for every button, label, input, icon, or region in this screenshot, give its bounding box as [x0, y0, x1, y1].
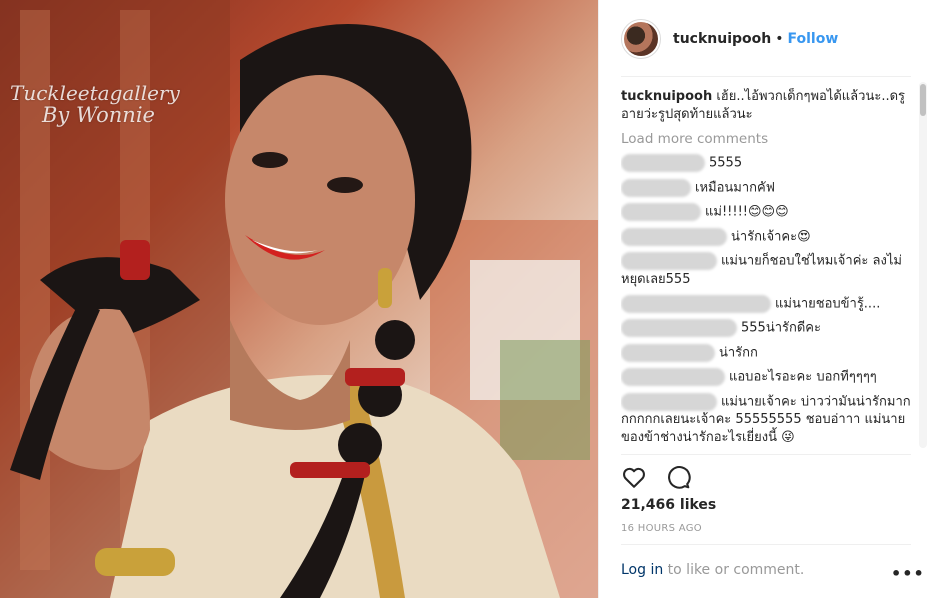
post-side-panel: tucknuipooh • Follow tucknuipooh เฮ้ย..ไ…	[598, 0, 933, 598]
post-actions	[621, 464, 691, 490]
login-prompt-text: to like or comment.	[663, 562, 805, 578]
comment-text: แม่นายชอบข้ารู้....	[775, 296, 881, 311]
post-photo[interactable]: Tuckleetagallery By Wonnie	[0, 0, 598, 598]
redacted-username	[621, 252, 717, 270]
comment-item: น่ารักเจ้าคะ😍	[621, 227, 911, 247]
follow-button[interactable]: Follow	[788, 31, 839, 47]
comment-text: น่ารักก	[719, 345, 758, 360]
divider	[621, 454, 911, 455]
divider	[621, 76, 911, 77]
caption-username[interactable]: tucknuipooh	[621, 89, 712, 104]
avatar[interactable]	[621, 19, 661, 59]
scrollbar-thumb[interactable]	[920, 84, 926, 116]
avatar-image	[624, 22, 658, 56]
comment-item: น่ารักก	[621, 343, 911, 363]
redacted-username	[621, 368, 725, 386]
photo-watermark: Tuckleetagallery By Wonnie	[10, 82, 180, 127]
comment-icon[interactable]	[665, 464, 691, 490]
comment-text: 5555	[709, 155, 743, 171]
load-more-comments-button[interactable]: Load more comments	[621, 130, 911, 148]
comment-item: แอบอะไรอะคะ บอกทีๆๆๆๆ	[621, 368, 911, 387]
comment-text: 555น่ารักดีคะ	[741, 320, 821, 336]
comment-text: น่ารักเจ้าคะ😍	[731, 229, 811, 244]
comment-item: เหมือนมากคัฟ	[621, 178, 911, 198]
post-timestamp[interactable]: 16 HOURS AGO	[621, 523, 702, 534]
comment-item: แม่นายชอบข้ารู้....	[621, 294, 911, 314]
redacted-username	[621, 319, 737, 337]
comment-item: แม่นายเจ้าคะ บ่าวว่ามันน่ารักมากกกกกกเลย…	[621, 392, 911, 448]
divider	[621, 544, 911, 545]
heart-icon[interactable]	[621, 464, 647, 490]
comment-text: เหมือนมากคัฟ	[695, 180, 775, 195]
comment-text: แม่!!!!!😊😊😊	[705, 204, 789, 220]
watermark-line-1: Tuckleetagallery	[10, 81, 180, 105]
redacted-username	[621, 154, 705, 172]
redacted-username	[621, 343, 715, 362]
header-separator: •	[775, 31, 784, 47]
redacted-username	[621, 392, 717, 411]
comment-item: แม่นายก็ชอบใช่ไหมเจ้าค่ะ ลงไม่หยุดเลย555	[621, 252, 911, 289]
post-caption: tucknuipooh เฮ้ย..ไอ้พวกเด็กๆพอได้แล้วนะ…	[621, 88, 911, 124]
redacted-username	[621, 203, 701, 221]
redacted-username	[621, 227, 727, 246]
post-header: tucknuipooh • Follow	[621, 18, 911, 60]
comment-text: แอบอะไรอะคะ บอกทีๆๆๆๆ	[729, 369, 877, 385]
comments-scrollbar[interactable]	[919, 82, 927, 448]
watermark-line-2: By Wonnie	[42, 103, 155, 127]
comment-item: 5555	[621, 154, 911, 173]
redacted-username	[621, 294, 771, 313]
comments-list[interactable]: tucknuipooh เฮ้ย..ไอ้พวกเด็กๆพอได้แล้วนะ…	[621, 88, 911, 454]
comment-item: 555น่ารักดีคะ	[621, 319, 911, 338]
likes-count[interactable]: 21,466 likes	[621, 497, 716, 513]
login-link[interactable]: Log in	[621, 562, 663, 578]
login-prompt: Log in to like or comment.	[621, 562, 804, 578]
comment-item: แม่!!!!!😊😊😊	[621, 203, 911, 222]
redacted-username	[621, 178, 691, 197]
header-username[interactable]: tucknuipooh	[673, 31, 771, 47]
more-options-icon[interactable]: •••	[891, 564, 925, 583]
